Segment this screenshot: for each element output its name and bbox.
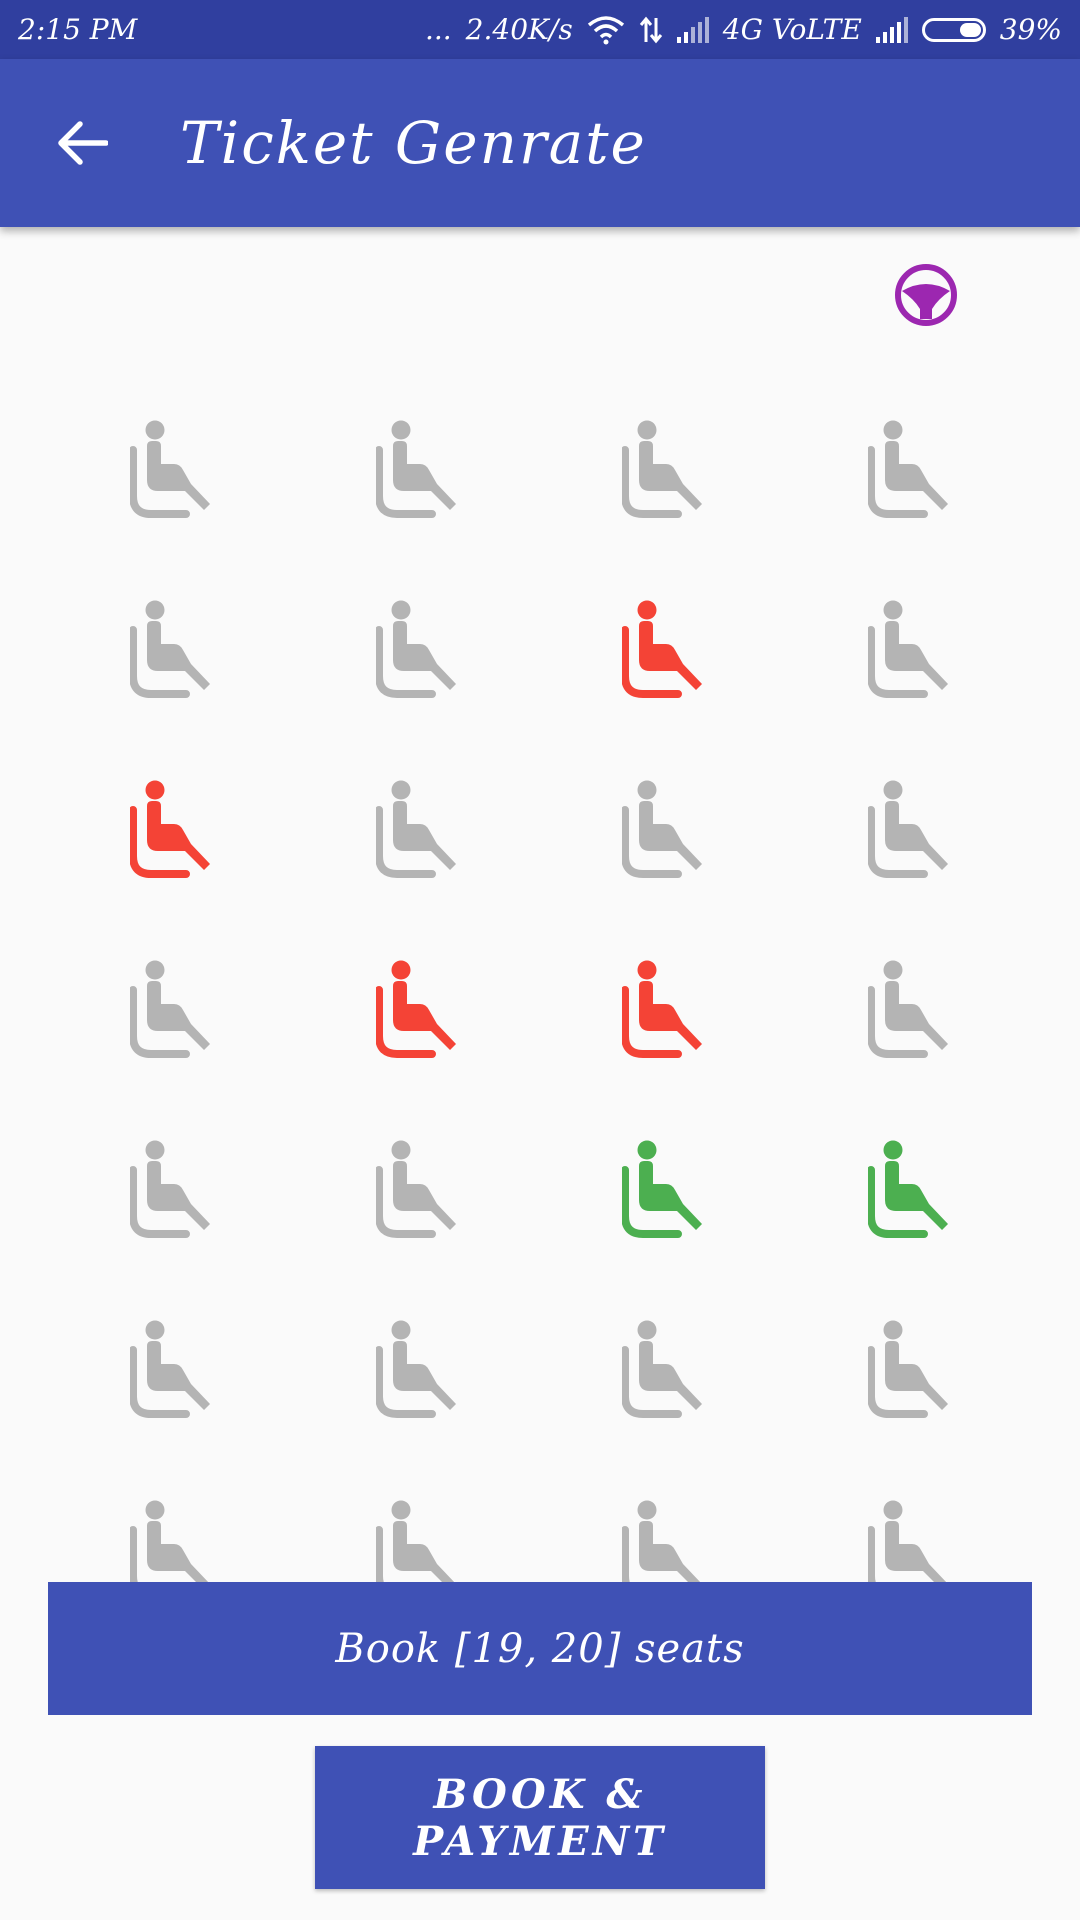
- seat-available[interactable]: [622, 1320, 706, 1420]
- seat-selected[interactable]: [868, 1140, 952, 1240]
- seat-available[interactable]: [868, 1500, 952, 1582]
- airline-seat-icon: [622, 780, 702, 878]
- seat-available[interactable]: [376, 1320, 460, 1420]
- seat-available[interactable]: [130, 1500, 214, 1582]
- airline-seat-icon: [622, 420, 702, 518]
- seat-map: [0, 227, 1080, 1582]
- airline-seat-icon: [868, 1140, 948, 1238]
- battery-percent: 39%: [999, 13, 1062, 46]
- airline-seat-icon: [622, 1320, 702, 1418]
- seat-selected[interactable]: [622, 1140, 706, 1240]
- seat-available[interactable]: [376, 600, 460, 700]
- seat-available[interactable]: [868, 1320, 952, 1420]
- seat-available[interactable]: [130, 960, 214, 1060]
- airline-seat-icon: [622, 1500, 701, 1582]
- seat-booked[interactable]: [622, 960, 706, 1060]
- airline-seat-icon: [622, 600, 702, 698]
- airline-seat-icon: [868, 420, 948, 518]
- app-screen: 2:15 PM ... 2.40K/s 4G VoLTE 39% Ticket …: [0, 0, 1080, 1920]
- status-bar: 2:15 PM ... 2.40K/s 4G VoLTE 39%: [0, 0, 1080, 59]
- seat-available[interactable]: [622, 420, 706, 520]
- airline-seat-icon: [376, 780, 456, 878]
- airline-seat-icon: [130, 780, 210, 878]
- airline-seat-icon: [130, 1320, 210, 1418]
- seat-available[interactable]: [376, 1140, 460, 1240]
- seat-booked[interactable]: [130, 780, 214, 880]
- seat-booked[interactable]: [376, 960, 460, 1060]
- airline-seat-icon: [376, 1320, 456, 1418]
- selected-seats-summary[interactable]: Book [19, 20] seats: [48, 1582, 1032, 1715]
- seat-available[interactable]: [130, 420, 214, 520]
- airline-seat-icon: [130, 960, 210, 1058]
- seat-available[interactable]: [376, 420, 460, 520]
- airline-seat-icon: [376, 600, 456, 698]
- wifi-icon: [587, 15, 625, 45]
- arrow-back-icon: [58, 121, 108, 165]
- signal-icon: [676, 16, 709, 43]
- seat-available[interactable]: [622, 1500, 706, 1582]
- airline-seat-icon: [868, 1320, 948, 1418]
- airline-seat-icon: [622, 960, 702, 1058]
- airline-seat-icon: [868, 780, 948, 878]
- airline-seat-icon: [130, 420, 210, 518]
- data-transfer-icon: [639, 16, 663, 44]
- notification-dots: ...: [424, 13, 452, 46]
- airline-seat-icon: [376, 960, 456, 1058]
- airline-seat-icon: [868, 960, 948, 1058]
- network-type: 4G VoLTE: [722, 13, 862, 46]
- battery-icon: [921, 17, 986, 42]
- seat-available[interactable]: [376, 1500, 460, 1582]
- status-time: 2:15 PM: [18, 13, 138, 46]
- seat-available[interactable]: [130, 1140, 214, 1240]
- seat-booked[interactable]: [622, 600, 706, 700]
- seat-available[interactable]: [868, 780, 952, 880]
- page-title: Ticket Genrate: [180, 109, 647, 177]
- seat-available[interactable]: [130, 1320, 214, 1420]
- seat-available[interactable]: [868, 420, 952, 520]
- airline-seat-icon: [376, 1140, 456, 1238]
- airline-seat-icon: [622, 1140, 702, 1238]
- airline-seat-icon: [130, 600, 210, 698]
- airline-seat-icon: [376, 1500, 455, 1582]
- battery-level-fill: [959, 22, 981, 37]
- seat-available[interactable]: [376, 780, 460, 880]
- back-button[interactable]: [50, 111, 114, 175]
- airline-seat-icon: [376, 420, 456, 518]
- seat-available[interactable]: [130, 600, 214, 700]
- airline-seat-icon: [868, 600, 948, 698]
- seat-available[interactable]: [868, 960, 952, 1060]
- signal-icon-secondary: [875, 16, 908, 43]
- airline-seat-icon: [130, 1140, 210, 1238]
- seat-available[interactable]: [622, 780, 706, 880]
- airline-seat-icon: [130, 1500, 209, 1582]
- book-payment-button[interactable]: BOOK & PAYMENT: [315, 1746, 765, 1889]
- network-speed: 2.40K/s: [465, 13, 573, 46]
- selected-seats-label: Book [19, 20] seats: [335, 1625, 745, 1672]
- seat-available[interactable]: [868, 600, 952, 700]
- app-bar: Ticket Genrate: [0, 59, 1080, 227]
- airline-seat-icon: [868, 1500, 947, 1582]
